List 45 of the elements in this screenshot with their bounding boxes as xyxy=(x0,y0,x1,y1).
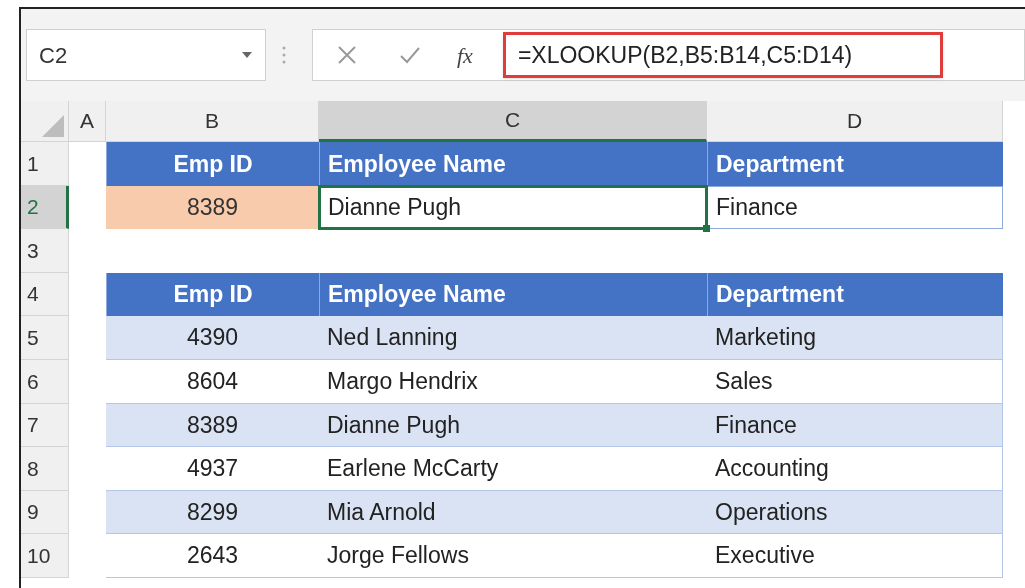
select-all-triangle-icon[interactable] xyxy=(42,115,64,137)
table-cell: Marketing xyxy=(707,316,1003,360)
enter-check-icon[interactable] xyxy=(399,45,421,65)
cancel-icon[interactable] xyxy=(337,45,357,65)
column-heading: Department xyxy=(707,142,1003,186)
column-heading: Department xyxy=(707,272,1003,317)
column-header[interactable]: B xyxy=(106,101,319,142)
table-cell: Executive xyxy=(707,534,1003,578)
table-cell: 8389 xyxy=(106,403,319,448)
row-header[interactable]: 8 xyxy=(21,447,69,491)
column-header[interactable]: C xyxy=(319,101,707,142)
row-header[interactable]: 5 xyxy=(21,316,69,360)
row-header[interactable]: 2 xyxy=(21,185,69,230)
column-heading: Emp ID xyxy=(106,142,319,186)
table-cell: Ned Lanning xyxy=(319,316,707,360)
name-box[interactable]: C2 xyxy=(26,29,266,81)
table-cell: Mia Arnold xyxy=(319,490,707,535)
grip-icon xyxy=(282,45,286,65)
formula-text[interactable]: =XLOOKUP(B2,B5:B14,C5:D14) xyxy=(517,37,853,73)
column-heading: Employee Name xyxy=(319,142,707,186)
dropdown-caret-icon[interactable] xyxy=(241,51,253,59)
table-cell: Accounting xyxy=(707,447,1003,491)
table-cell: 4390 xyxy=(106,316,319,360)
cell-reference: C2 xyxy=(39,41,68,70)
table-cell: Dianne Pugh xyxy=(319,403,707,448)
column-heading: Employee Name xyxy=(319,272,707,317)
row-header[interactable]: 4 xyxy=(21,272,69,317)
insert-function-button[interactable]: fx xyxy=(457,38,473,72)
table-cell: Operations xyxy=(707,490,1003,535)
selected-cell[interactable]: Dianne Pugh xyxy=(319,185,707,230)
table-cell: Sales xyxy=(707,359,1003,404)
table-cell: 8389 xyxy=(106,185,319,230)
row-header[interactable]: 1 xyxy=(21,142,69,186)
row-header[interactable]: 7 xyxy=(21,403,69,448)
fill-handle[interactable] xyxy=(703,225,710,233)
table-cell: 8299 xyxy=(106,490,319,535)
row-header[interactable]: 6 xyxy=(21,359,69,404)
row-header[interactable]: 10 xyxy=(21,534,69,578)
table-cell: Finance xyxy=(707,185,1003,230)
row-header[interactable]: 3 xyxy=(21,229,69,273)
column-header[interactable]: A xyxy=(69,101,106,142)
column-header[interactable]: D xyxy=(707,101,1003,142)
table-cell: Finance xyxy=(707,403,1003,448)
row-header[interactable]: 9 xyxy=(21,490,69,535)
column-heading: Emp ID xyxy=(106,272,319,317)
